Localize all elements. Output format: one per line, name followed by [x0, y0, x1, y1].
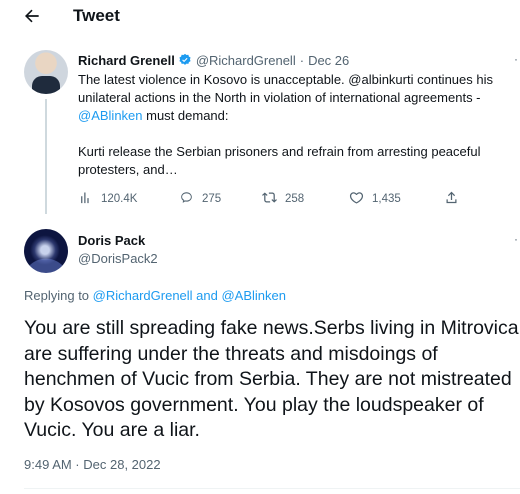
author-name[interactable]: Doris Pack: [78, 232, 145, 249]
views-button[interactable]: 120.4K: [78, 190, 137, 208]
mention-link[interactable]: @ABlinken: [78, 108, 143, 123]
thread-connector-line: [45, 99, 47, 214]
views-count: 120.4K: [101, 193, 138, 205]
like-count: 1,435: [372, 193, 401, 205]
tweet-text-part: must demand:: [142, 108, 229, 123]
page-title: Tweet: [73, 6, 120, 25]
like-button[interactable]: 1,435: [349, 190, 401, 208]
tweet-author-header: Richard Grenell @RichardGrenell · Dec 26: [78, 52, 349, 69]
more-options-icon[interactable]: ·: [514, 52, 518, 66]
avatar[interactable]: [24, 50, 68, 94]
replying-prefix: Replying to: [24, 288, 93, 303]
avatar[interactable]: [24, 229, 68, 273]
share-button[interactable]: [444, 190, 459, 208]
author-handle[interactable]: @RichardGrenell: [196, 53, 296, 68]
divider: [24, 488, 520, 489]
tweet-timestamp[interactable]: 9:49 AM · Dec 28, 2022: [24, 456, 161, 473]
mention-link[interactable]: @ABlinken: [221, 288, 286, 303]
dot-separator: ·: [299, 53, 305, 68]
like-icon: [349, 190, 364, 208]
share-icon: [444, 190, 459, 208]
retweet-button[interactable]: 258: [262, 190, 304, 208]
retweet-icon: [262, 190, 277, 208]
tweet-text-paragraph: Kurti release the Serbian prisoners and …: [78, 144, 481, 177]
views-icon: [78, 190, 93, 208]
reply-tweet-text: You are still spreading fake news.Serbs …: [24, 317, 519, 441]
retweet-count: 258: [285, 193, 305, 205]
parent-tweet-text: The latest violence in Kosovo is unaccep…: [78, 71, 518, 179]
verified-badge-icon: [178, 53, 192, 67]
replying-and: and: [192, 288, 222, 303]
more-options-icon[interactable]: ·: [514, 232, 518, 246]
tweet-date[interactable]: Dec 26: [308, 53, 349, 68]
back-arrow-icon[interactable]: [22, 6, 44, 26]
reply-icon: [179, 190, 194, 208]
author-handle[interactable]: @DorisPack2: [78, 250, 158, 267]
reply-count: 275: [202, 193, 222, 205]
reply-button[interactable]: 275: [179, 190, 221, 208]
tweet-text-part: The latest violence in Kosovo is unaccep…: [78, 72, 493, 105]
author-name[interactable]: Richard Grenell: [78, 53, 175, 68]
tweet-actions-bar: 120.4K 275 258 1,435: [78, 190, 478, 208]
mention-link[interactable]: @RichardGrenell: [93, 288, 193, 303]
replying-to-line: Replying to @RichardGrenell and @ABlinke…: [24, 287, 286, 304]
